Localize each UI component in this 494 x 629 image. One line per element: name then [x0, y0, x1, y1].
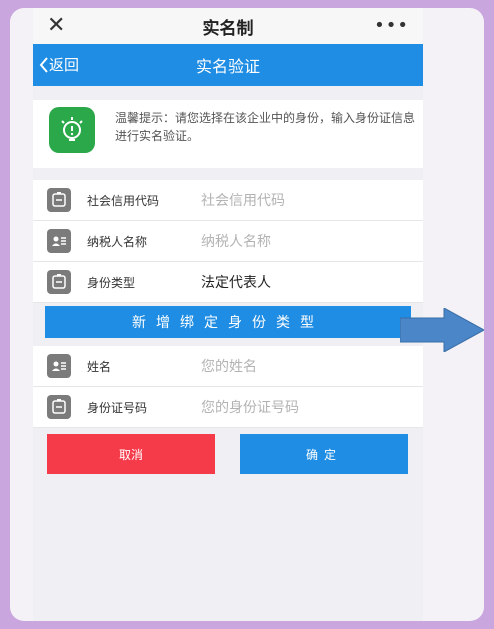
contact-card-icon — [47, 229, 71, 253]
name-input[interactable]: 您的姓名 — [201, 356, 257, 376]
nav-bar: 返回 实名验证 — [33, 44, 423, 86]
id-number-input[interactable]: 您的身份证号码 — [201, 397, 299, 417]
contact-card-icon — [47, 354, 71, 378]
field-label: 身份证号码 — [87, 400, 148, 415]
window-titlebar: ✕ 实名制 ••• — [33, 8, 423, 44]
screenshot-frame: ✕ 实名制 ••• 返回 实名验证 温馨提示：请您选择在该企业中的身份，输入身份… — [10, 8, 484, 621]
credit-code-input[interactable]: 社会信用代码 — [201, 190, 285, 210]
id-card-icon — [47, 188, 71, 212]
id-card-icon — [47, 395, 71, 419]
lightbulb-icon — [49, 107, 95, 153]
field-name[interactable]: 姓名 您的姓名 — [33, 346, 423, 387]
company-form: 社会信用代码 社会信用代码 纳税人名称 纳税人名称 身份类型 法定代表人 — [33, 180, 423, 303]
confirm-button[interactable]: 确定 — [240, 434, 408, 474]
chevron-left-icon — [39, 56, 48, 73]
person-form: 姓名 您的姓名 身份证号码 您的身份证号码 — [33, 346, 423, 428]
phone-screen: ✕ 实名制 ••• 返回 实名验证 温馨提示：请您选择在该企业中的身份，输入身份… — [33, 8, 423, 621]
arrow-right-icon — [400, 308, 484, 352]
tip-panel: 温馨提示：请您选择在该企业中的身份，输入身份证信息进行实名验证。 — [33, 100, 423, 168]
cancel-button[interactable]: 取消 — [47, 434, 215, 474]
close-icon[interactable]: ✕ — [47, 13, 65, 38]
tip-text: 温馨提示：请您选择在该企业中的身份，输入身份证信息进行实名验证。 — [115, 111, 416, 143]
field-taxpayer-name[interactable]: 纳税人名称 纳税人名称 — [33, 221, 423, 262]
field-label: 纳税人名称 — [87, 234, 148, 249]
window-title: 实名制 — [202, 18, 254, 39]
field-label: 身份类型 — [87, 275, 136, 290]
field-identity-type[interactable]: 身份类型 法定代表人 — [33, 262, 423, 303]
page-title: 实名验证 — [195, 57, 260, 76]
more-icon[interactable]: ••• — [374, 15, 409, 36]
add-identity-type-button[interactable]: 新增绑定身份类型 — [45, 306, 411, 338]
back-label: 返回 — [49, 56, 80, 74]
field-label: 社会信用代码 — [87, 193, 160, 208]
field-label: 姓名 — [87, 359, 112, 374]
field-id-number[interactable]: 身份证号码 您的身份证号码 — [33, 387, 423, 428]
id-card-icon — [47, 270, 71, 294]
taxpayer-name-input[interactable]: 纳税人名称 — [201, 231, 271, 251]
field-credit-code[interactable]: 社会信用代码 社会信用代码 — [33, 180, 423, 221]
back-button[interactable]: 返回 — [39, 54, 79, 75]
identity-type-select[interactable]: 法定代表人 — [201, 272, 271, 292]
